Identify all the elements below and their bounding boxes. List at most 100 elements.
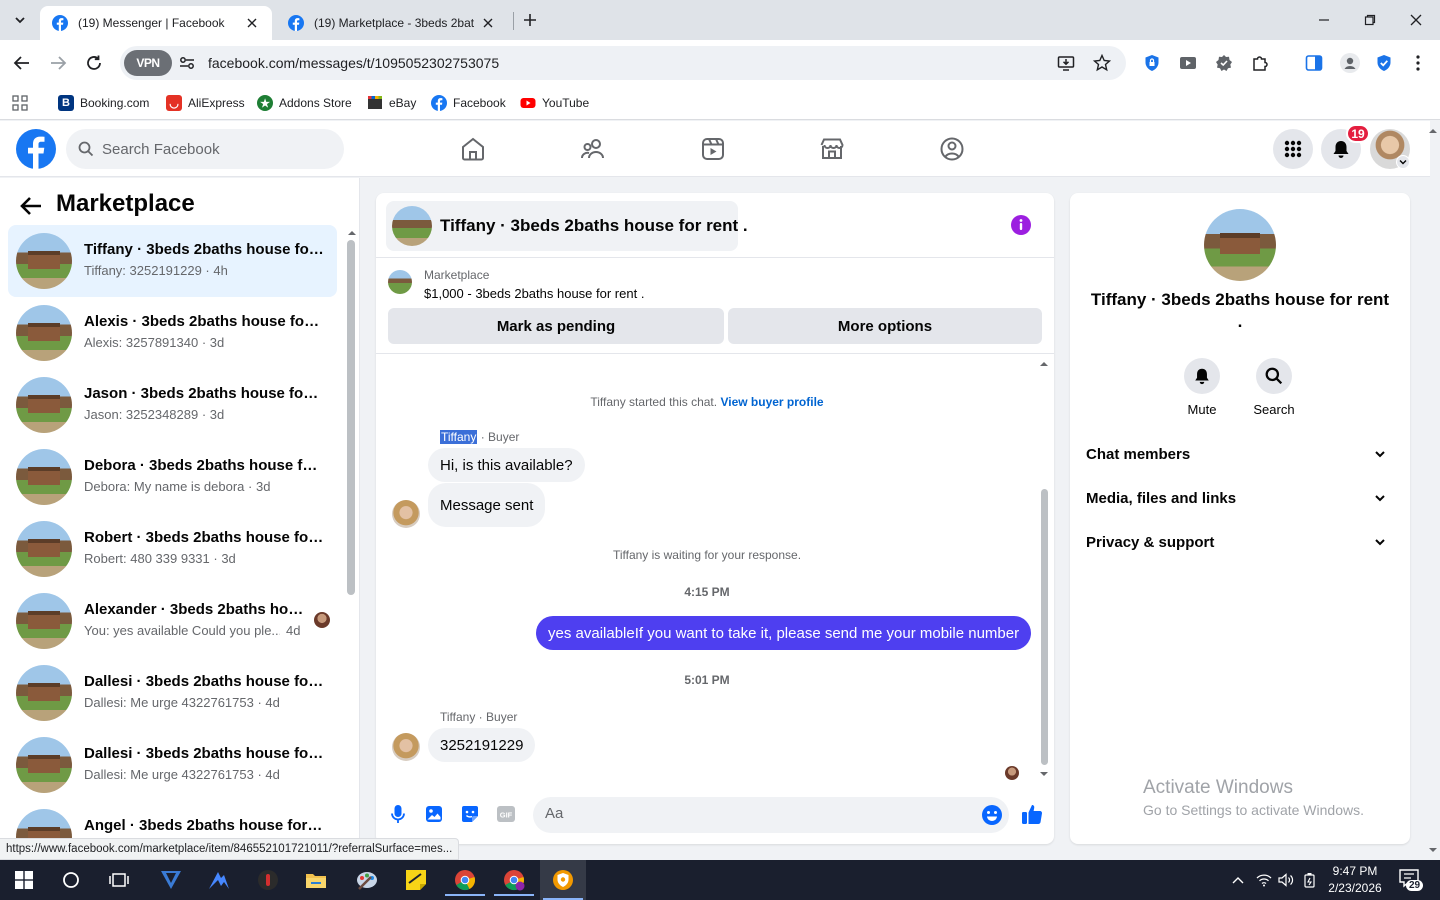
home-nav-icon[interactable] [453,131,493,167]
chat-list-scrollbar[interactable] [347,240,355,595]
battery-plug-icon[interactable] [1302,871,1318,889]
microphone-icon[interactable] [387,803,409,825]
windows-start-icon[interactable] [8,864,40,896]
gaming-nav-icon[interactable] [932,131,972,167]
search-circle-icon[interactable] [55,864,87,896]
badge-check-extension-icon[interactable] [1214,53,1234,73]
page-scroll-down-arrow-icon[interactable] [1428,845,1438,855]
new-tab-plus-icon[interactable] [520,10,540,30]
scroll-down-arrow-icon[interactable] [1039,769,1049,779]
install-app-icon[interactable] [1056,53,1076,73]
bookmark-ebay[interactable]: eBay [367,92,416,114]
vpn-app-icon[interactable] [155,864,187,896]
minimize-icon[interactable] [1314,10,1334,30]
outgoing-message[interactable]: yes availableIf you want to take it, ple… [536,616,1032,650]
photo-icon[interactable] [423,803,445,825]
browser-menu-kebab-icon[interactable] [1408,53,1428,73]
page-scroll-up-arrow-icon[interactable] [1428,126,1438,136]
friends-nav-icon[interactable] [573,131,613,167]
listing-description[interactable]: $1,000 - 3beds 2baths house for rent . [424,286,644,301]
network-icon[interactable] [1256,871,1272,889]
restore-icon[interactable] [1360,10,1380,30]
incoming-message[interactable]: Message sent [428,483,546,527]
volume-icon[interactable] [1278,871,1294,889]
taskbar-clock[interactable]: 9:47 PM 2/23/2026 [1320,863,1390,897]
account-chevron-down-icon[interactable] [1396,155,1410,169]
shield-check-extension-icon[interactable] [1374,53,1394,73]
info-icon[interactable] [1010,214,1032,236]
incoming-message[interactable]: 3252191229 [428,728,536,762]
back-arrow-icon[interactable] [18,193,44,219]
media-files-links-section[interactable]: Media, files and links [1078,478,1402,518]
sender-avatar[interactable] [392,500,420,528]
url-text[interactable]: facebook.com/messages/t/1095052302753075 [208,55,499,71]
chrome-icon[interactable] [445,864,485,896]
tab-marketplace[interactable]: (19) Marketplace - 3beds 2baths [276,6,508,40]
incoming-message[interactable]: Hi, is this available? [428,448,585,482]
bookmark-facebook[interactable]: Facebook [431,92,506,114]
mute-button[interactable]: Mute [1167,358,1237,417]
profile-icon[interactable] [1340,53,1360,73]
reload-icon[interactable] [82,51,106,75]
bookmark-addons-store[interactable]: ★ Addons Store [257,92,352,114]
scroll-up-arrow-icon[interactable] [347,228,357,238]
vpn-badge[interactable]: VPN [124,50,172,76]
show-hidden-icons-chevron-up-icon[interactable] [1230,871,1246,889]
sticker-icon[interactable] [459,803,481,825]
bookmark-aliexpress[interactable]: ◡ AliExpress [166,92,245,114]
view-buyer-profile-link[interactable]: View buyer profile [720,395,823,409]
chat-item-alexis[interactable]: Alexis · 3beds 2baths house for r... Ale… [8,297,337,369]
bookmark-star-icon[interactable] [1092,53,1112,73]
chat-item-alexander[interactable]: Alexander · 3beds 2baths hou... You: yes… [8,585,337,657]
privacy-support-section[interactable]: Privacy & support [1078,522,1402,562]
chat-item-dallesi[interactable]: Dallesi · 3beds 2baths house for ... Dal… [8,657,337,729]
red-app-icon[interactable] [252,864,284,896]
apps-grid-icon[interactable] [12,92,28,114]
sticky-notes-icon[interactable] [400,864,432,896]
extensions-puzzle-icon[interactable] [1250,53,1270,73]
close-tab-icon[interactable] [244,15,260,31]
shield-lock-extension-icon[interactable] [1142,53,1162,73]
chat-item-jason[interactable]: Jason · 3beds 2baths house for r... Jaso… [8,369,337,441]
chat-item-robert[interactable]: Robert · 3beds 2baths house for... Rober… [8,513,337,585]
chat-members-section[interactable]: Chat members [1078,434,1402,474]
bookmark-booking[interactable]: B Booking.com [58,92,149,114]
chat-item-tiffany[interactable]: Tiffany · 3beds 2baths house for... Tiff… [8,225,337,297]
forward-arrow-icon[interactable] [46,51,70,75]
marketplace-nav-icon[interactable] [812,131,852,167]
address-bar[interactable]: VPN facebook.com/messages/t/109505230275… [120,46,1126,80]
secure-browser-icon[interactable] [540,860,586,900]
thumbs-up-like-icon[interactable] [1021,803,1043,825]
conversation-scrollbar[interactable] [1041,489,1048,765]
close-tab-icon[interactable] [480,15,496,31]
gif-icon[interactable]: GIF [495,803,517,825]
message-composer[interactable] [533,797,1009,833]
nordvpn-app-icon[interactable] [203,864,235,896]
listing-avatar[interactable] [1204,209,1276,281]
tab-messenger[interactable]: (19) Messenger | Facebook [40,6,272,40]
painter-app-icon[interactable] [351,864,383,896]
mark-as-pending-button[interactable]: Mark as pending [388,308,724,344]
listing-thumbnail[interactable] [388,270,412,294]
facebook-search-bar[interactable] [66,129,344,169]
sender-avatar[interactable] [392,733,420,761]
video-nav-icon[interactable] [693,131,733,167]
video-extension-icon[interactable] [1178,53,1198,73]
chrome-profile-icon[interactable] [494,864,534,896]
scroll-up-arrow-icon[interactable] [1039,359,1049,369]
tab-search-chevron-icon[interactable] [8,8,32,32]
chat-item-dallesi-2[interactable]: Dallesi · 3beds 2baths house for ... Dal… [8,729,337,801]
side-panel-icon[interactable] [1304,53,1324,73]
conversation-header[interactable]: Tiffany · 3beds 2baths house for rent . [386,201,748,251]
site-info-tune-icon[interactable] [178,54,196,72]
more-options-button[interactable]: More options [728,308,1042,344]
search-conversation-button[interactable]: Search [1239,358,1309,417]
menu-grid-icon[interactable] [1273,129,1313,169]
emoji-icon[interactable] [981,804,1003,826]
back-arrow-icon[interactable] [10,51,34,75]
facebook-logo-icon[interactable] [16,129,56,169]
message-input[interactable] [545,805,965,822]
chat-item-debora[interactable]: Debora · 3beds 2baths house fo... Debora… [8,441,337,513]
task-view-icon[interactable] [103,864,135,896]
close-window-icon[interactable] [1406,10,1426,30]
